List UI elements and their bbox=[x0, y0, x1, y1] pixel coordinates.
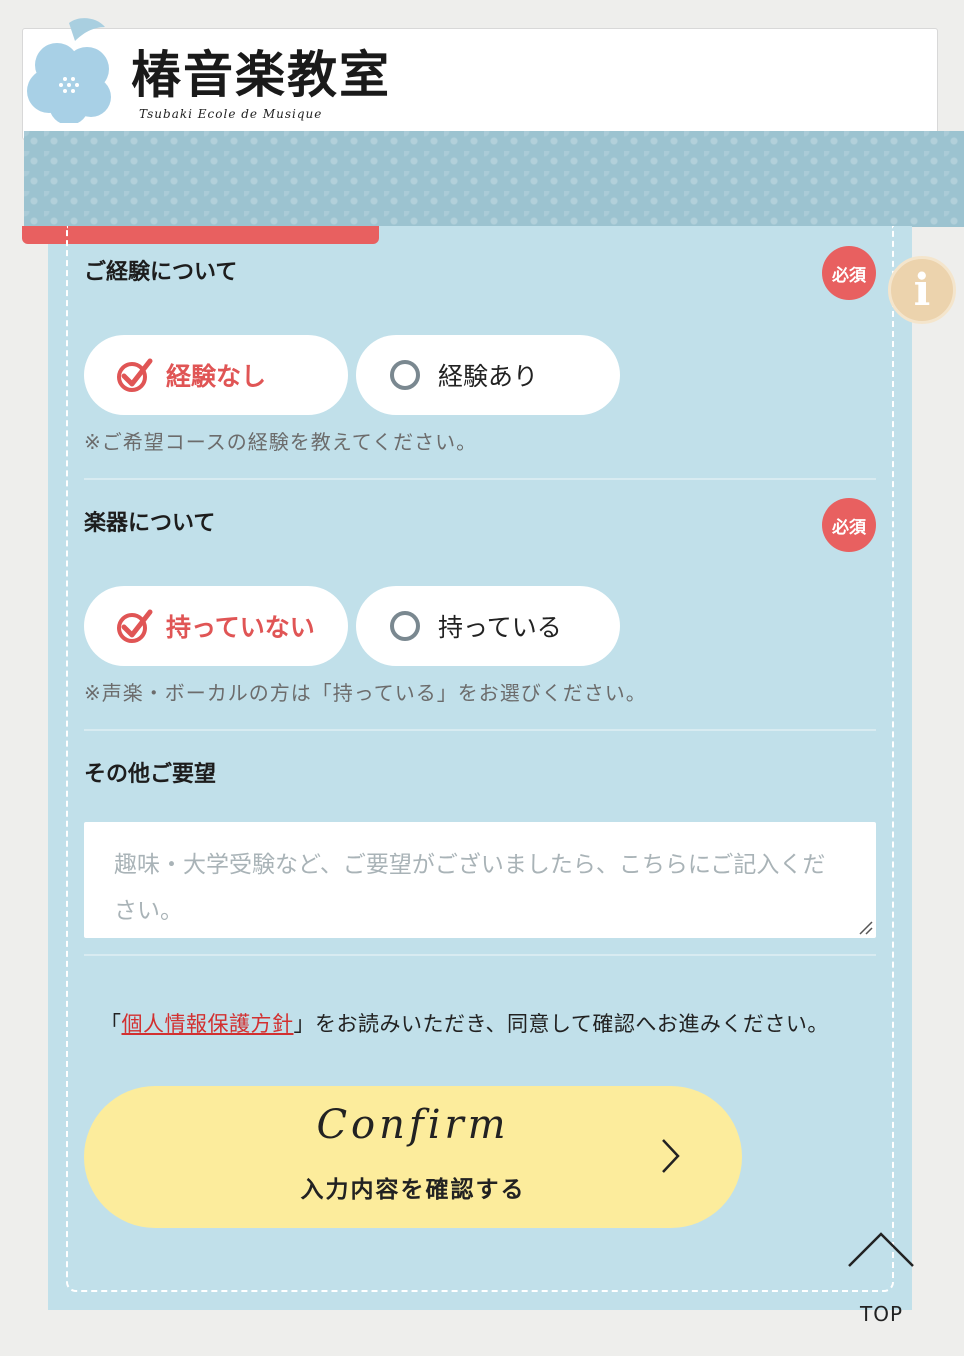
privacy-policy-notice: 「個人情報保護方針」をお読みいただき、同意して確認へお進みください。 bbox=[100, 1008, 829, 1038]
site-header: 椿音楽教室 Tsubaki Ecole de Musique bbox=[22, 18, 938, 140]
logo-subtitle: Tsubaki Ecole de Musique bbox=[139, 107, 323, 121]
experience-label: ご経験について bbox=[84, 260, 238, 285]
experience-note: ※ご希望コースの経験を教えてください。 bbox=[84, 430, 478, 454]
resize-handle-icon[interactable] bbox=[857, 919, 873, 935]
privacy-policy-link[interactable]: 個人情報保護方針 bbox=[122, 1012, 294, 1036]
section-divider bbox=[84, 729, 876, 731]
radio-empty-icon bbox=[390, 611, 420, 641]
instrument-option-yes-label: 持っている bbox=[438, 613, 562, 642]
logo-title[interactable]: 椿音楽教室 bbox=[131, 35, 391, 107]
radio-empty-icon bbox=[390, 360, 420, 390]
instrument-label: 楽器について bbox=[84, 511, 216, 536]
check-circle-icon bbox=[117, 358, 153, 392]
experience-option-none[interactable]: 経験なし bbox=[84, 335, 348, 415]
info-icon[interactable]: i bbox=[888, 256, 956, 324]
confirm-japanese-label: 入力内容を確認する bbox=[300, 1177, 526, 1203]
top-label: TOP bbox=[860, 1302, 904, 1326]
back-to-top-button[interactable]: TOP bbox=[842, 1228, 922, 1328]
requests-label: その他ご要望 bbox=[84, 762, 217, 787]
experience-option-yes[interactable]: 経験あり bbox=[356, 335, 620, 415]
policy-rest-text: 」をお読みいただき、同意して確認へお進みください。 bbox=[293, 1012, 829, 1036]
instrument-required-badge: 必須 bbox=[822, 498, 876, 552]
section-divider bbox=[84, 478, 876, 480]
instrument-option-yes[interactable]: 持っている bbox=[356, 586, 620, 666]
check-circle-icon bbox=[117, 609, 153, 643]
confirm-button[interactable]: Confirm 入力内容を確認する bbox=[84, 1086, 742, 1228]
instrument-note: ※声楽・ボーカルの方は「持っている」をお選びください。 bbox=[84, 681, 647, 705]
chevron-right-icon bbox=[662, 1139, 680, 1173]
experience-option-yes-label: 経験あり bbox=[438, 362, 539, 391]
instrument-option-none[interactable]: 持っていない bbox=[84, 586, 348, 666]
experience-option-none-label: 経験なし bbox=[166, 362, 267, 391]
requests-textarea[interactable]: 趣味・大学受験など、ご要望がございましたら、こちらにご記入ください。 bbox=[84, 822, 876, 938]
section-divider bbox=[84, 954, 876, 956]
experience-required-badge: 必須 bbox=[822, 246, 876, 300]
confirm-english-label: Confirm bbox=[316, 1102, 510, 1148]
requests-placeholder: 趣味・大学受験など、ご要望がございましたら、こちらにご記入ください。 bbox=[114, 852, 826, 924]
policy-open-bracket: 「 bbox=[100, 1012, 122, 1036]
pattern-band bbox=[24, 131, 964, 227]
chevron-up-icon bbox=[848, 1232, 914, 1267]
instrument-option-none-label: 持っていない bbox=[166, 613, 315, 642]
camellia-logo-icon bbox=[27, 18, 111, 123]
